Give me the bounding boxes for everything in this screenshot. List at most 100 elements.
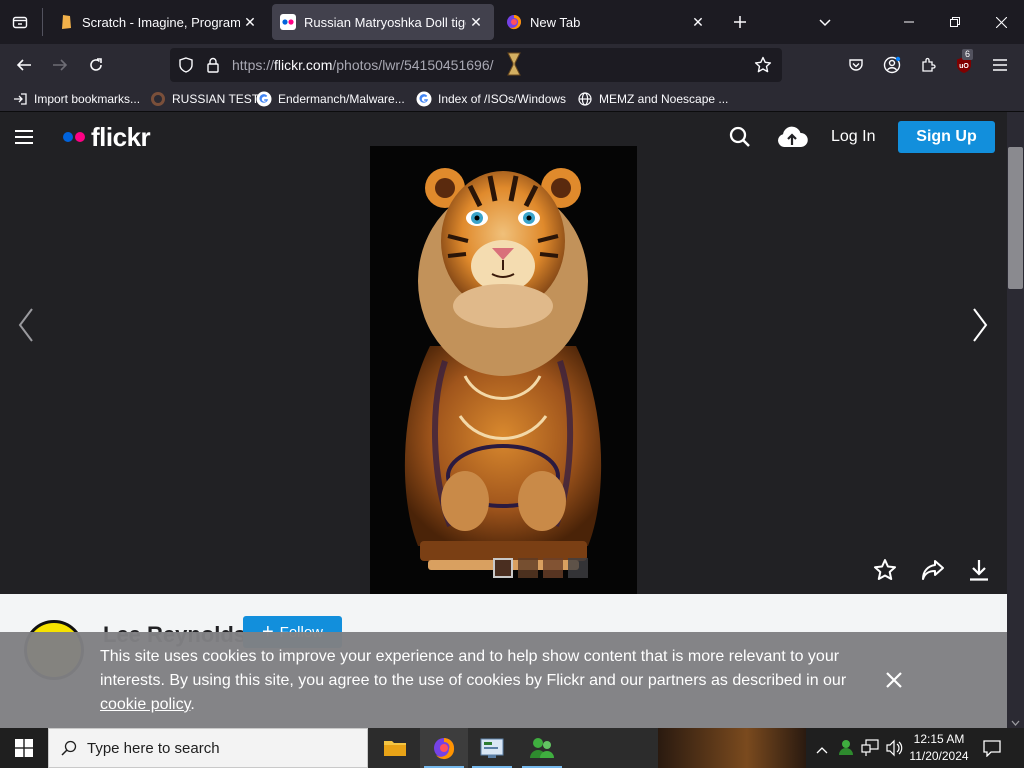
- system-clock[interactable]: 12:15 AM 11/20/2024: [906, 731, 972, 765]
- bookmark-import[interactable]: Import bookmarks...: [12, 90, 140, 108]
- bookmark-star-icon[interactable]: [754, 56, 772, 79]
- tab-title: Scratch - Imagine, Program, Sh: [82, 14, 240, 30]
- arrow-right-icon: [53, 59, 68, 71]
- bookmark-russian-test[interactable]: RUSSIAN TEST: [150, 90, 259, 108]
- previous-photo-arrow-icon[interactable]: [18, 307, 34, 348]
- taskbar-search-box[interactable]: Type here to search: [48, 728, 368, 768]
- extensions-button[interactable]: [912, 49, 944, 81]
- forward-button[interactable]: [44, 49, 76, 81]
- arrow-left-icon: [16, 59, 31, 71]
- sign-up-button[interactable]: Sign Up: [898, 121, 995, 153]
- cursor-hourglass-icon: [506, 51, 522, 82]
- firefox-view-icon: [12, 16, 28, 29]
- bookmark-endermanch[interactable]: Endermanch/Malware...: [256, 90, 405, 108]
- account-button[interactable]: [876, 49, 908, 81]
- clock-date: 11/20/2024: [909, 749, 969, 763]
- lock-icon[interactable]: [206, 57, 220, 78]
- google-icon: [256, 91, 272, 107]
- volume-icon[interactable]: [885, 739, 903, 762]
- control-panel-button[interactable]: [468, 728, 516, 768]
- thumbnail[interactable]: [568, 558, 588, 578]
- cookie-policy-link[interactable]: cookie policy: [100, 696, 190, 713]
- minimize-button[interactable]: [886, 0, 932, 44]
- google-icon: [416, 91, 432, 107]
- show-hidden-icons-chevron-icon[interactable]: [816, 741, 828, 759]
- bookmark-label: RUSSIAN TEST: [172, 92, 260, 106]
- restore-icon: [950, 17, 960, 27]
- pocket-icon: [849, 59, 863, 71]
- app-menu-button[interactable]: [984, 49, 1016, 81]
- network-app-button[interactable]: [518, 728, 566, 768]
- reload-icon: [90, 58, 102, 71]
- bookmark-label: MEMZ and Noescape ...: [599, 92, 729, 106]
- url-scheme: https://: [232, 57, 275, 73]
- puzzle-icon: [922, 57, 936, 72]
- close-tab-icon[interactable]: ✕: [240, 12, 260, 32]
- restore-button[interactable]: [932, 0, 978, 44]
- ublock-origin-button[interactable]: uO 6: [948, 49, 980, 81]
- flickr-favicon-icon: [280, 14, 296, 30]
- thumbnail[interactable]: [543, 558, 563, 578]
- hamburger-menu-icon[interactable]: [15, 130, 33, 149]
- reload-button[interactable]: [80, 49, 112, 81]
- cookie-banner: This site uses cookies to improve your e…: [0, 632, 1007, 728]
- download-icon[interactable]: [968, 558, 990, 587]
- log-in-link[interactable]: Log In: [831, 128, 875, 146]
- start-button[interactable]: [0, 728, 48, 768]
- search-icon: [61, 740, 77, 756]
- tab-flickr[interactable]: Russian Matryoshka Doll tiger | ✕: [272, 4, 494, 40]
- globe-icon: [577, 91, 593, 107]
- import-icon: [12, 91, 28, 107]
- chevron-down-icon: [819, 19, 831, 27]
- pocket-button[interactable]: [840, 49, 872, 81]
- page-scrollbar[interactable]: [1007, 112, 1024, 728]
- network-icon[interactable]: [861, 739, 879, 762]
- firefox-view-button[interactable]: [0, 0, 40, 44]
- extension-badge: 6: [962, 49, 974, 60]
- favorite-star-icon[interactable]: [873, 558, 897, 587]
- bookmark-label: Endermanch/Malware...: [278, 92, 405, 106]
- sign-up-label: Sign Up: [916, 128, 977, 145]
- share-arrow-icon[interactable]: [921, 559, 945, 586]
- bookmark-memz[interactable]: MEMZ and Noescape ...: [577, 90, 728, 108]
- site-icon: [150, 91, 166, 107]
- url-text[interactable]: https://flickr.com/photos/lwr/5415045169…: [232, 57, 494, 73]
- bookmark-label: Index of /ISOs/Windows: [438, 92, 567, 106]
- new-tab-button[interactable]: [718, 0, 762, 44]
- close-window-button[interactable]: [978, 0, 1024, 44]
- flickr-logo[interactable]: flickr: [63, 121, 151, 153]
- tab-new-tab[interactable]: New Tab ✕: [498, 4, 716, 40]
- close-icon[interactable]: [885, 671, 903, 694]
- tracking-protection-shield-icon[interactable]: [178, 57, 194, 78]
- user-status-icon[interactable]: [837, 738, 855, 761]
- thumbnail[interactable]: [493, 558, 513, 578]
- thumbnail[interactable]: [518, 558, 538, 578]
- tiger-matryoshka-photo[interactable]: [370, 146, 637, 594]
- back-button[interactable]: [8, 49, 40, 81]
- notification-center-icon[interactable]: [983, 739, 1001, 762]
- navigation-toolbar: https://flickr.com/photos/lwr/5415045169…: [0, 44, 1024, 86]
- bookmark-label: Import bookmarks...: [34, 92, 141, 106]
- list-all-tabs-button[interactable]: [802, 0, 848, 44]
- tab-title: New Tab: [530, 14, 581, 30]
- bookmark-index-isos[interactable]: Index of /ISOs/Windows: [416, 90, 566, 108]
- plus-icon: [734, 16, 746, 28]
- account-icon: [883, 56, 901, 74]
- photo-viewer: [0, 146, 1007, 594]
- close-tab-icon[interactable]: ✕: [688, 12, 708, 32]
- file-explorer-button[interactable]: [371, 728, 419, 768]
- cookie-suffix: .: [190, 696, 195, 713]
- close-tab-icon[interactable]: ✕: [466, 12, 486, 32]
- firefox-taskbar-button[interactable]: [420, 728, 468, 768]
- address-bar[interactable]: https://flickr.com/photos/lwr/5415045169…: [170, 48, 782, 82]
- tab-separator: [42, 8, 43, 36]
- next-photo-arrow-icon[interactable]: [972, 307, 988, 348]
- tab-strip: Scratch - Imagine, Program, Sh ✕ Russian…: [0, 0, 1024, 44]
- upload-cloud-icon[interactable]: [776, 125, 808, 154]
- cookie-banner-text: This site uses cookies to improve your e…: [100, 645, 860, 717]
- tab-scratch[interactable]: Scratch - Imagine, Program, Sh ✕: [50, 4, 268, 40]
- folder-icon: [384, 741, 406, 756]
- search-icon[interactable]: [729, 126, 751, 153]
- thumbnail-strip: [493, 558, 588, 578]
- scrollbar-thumb[interactable]: [1008, 147, 1023, 289]
